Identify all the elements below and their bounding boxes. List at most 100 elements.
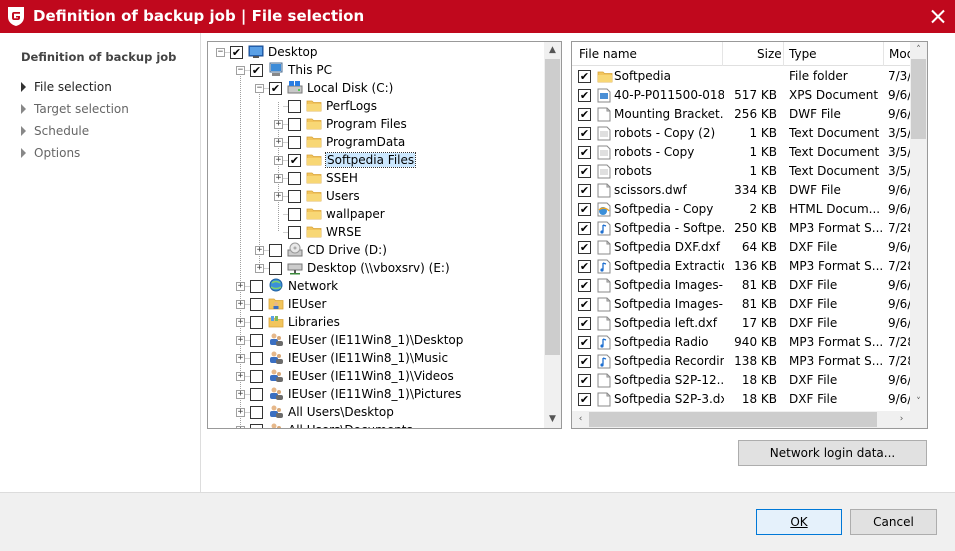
tree-node[interactable]: + Users: [208, 187, 548, 205]
file-checkbox[interactable]: ✔: [578, 203, 591, 216]
expand-icon[interactable]: +: [274, 192, 283, 201]
tree-node[interactable]: + Network: [208, 277, 548, 295]
tree-node[interactable]: + IEUser (IE11Win8_1)\Videos: [208, 367, 548, 385]
file-row[interactable]: ✔ Softpedia S2P-3.dxf 18 KB DXF File 9/6/: [572, 390, 912, 409]
scrollbar-thumb[interactable]: [545, 59, 560, 355]
expand-icon[interactable]: +: [236, 390, 245, 399]
tree-checkbox[interactable]: [250, 388, 263, 401]
column-separator[interactable]: [883, 42, 884, 66]
file-row[interactable]: ✔ Softpedia - Softpe... 250 KB MP3 Format S…: [572, 219, 912, 238]
scroll-down-icon[interactable]: ▼: [544, 411, 561, 428]
tree-node[interactable]: + Desktop (\\vboxsrv) (E:): [208, 259, 548, 277]
scroll-up-icon[interactable]: ˄: [910, 42, 927, 59]
file-row[interactable]: ✔ Softpedia Extraction 136 KB MP3 Format S.…: [572, 257, 912, 276]
file-checkbox[interactable]: ✔: [578, 279, 591, 292]
file-vertical-scrollbar[interactable]: ˄ ˅: [910, 42, 927, 411]
file-checkbox[interactable]: ✔: [578, 241, 591, 254]
expand-icon[interactable]: +: [274, 174, 283, 183]
collapse-icon[interactable]: −: [216, 48, 225, 57]
tree-checkbox[interactable]: [250, 334, 263, 347]
folder-tree[interactable]: − ✔ Desktop − ✔ This PC − ✔ Local Disk (C:) PerfL…: [207, 41, 562, 429]
file-checkbox[interactable]: ✔: [578, 70, 591, 83]
tree-node[interactable]: − ✔ Desktop: [208, 43, 548, 61]
column-header-type[interactable]: Type: [789, 47, 817, 61]
file-row[interactable]: ✔ Softpedia - Copy 2 KB HTML Docum... 9/6/: [572, 200, 912, 219]
column-separator[interactable]: [722, 42, 723, 66]
file-row[interactable]: ✔ scissors.dwf 334 KB DWF File 9/6/: [572, 181, 912, 200]
tree-node[interactable]: + CD Drive (D:): [208, 241, 548, 259]
scroll-right-icon[interactable]: ›: [893, 411, 910, 428]
tree-checkbox[interactable]: [250, 316, 263, 329]
column-separator[interactable]: [783, 42, 784, 66]
step-target-selection[interactable]: Target selection: [21, 102, 129, 120]
tree-checkbox[interactable]: [288, 118, 301, 131]
tree-checkbox[interactable]: [250, 352, 263, 365]
tree-node[interactable]: + All Users\Documents: [208, 421, 548, 428]
file-row[interactable]: ✔ Softpedia Radio 940 KB MP3 Format S... 7/2…: [572, 333, 912, 352]
tree-checkbox[interactable]: [269, 262, 282, 275]
file-row[interactable]: ✔ 40-P-P011500-018 517 KB XPS Document 9/6/: [572, 86, 912, 105]
expand-icon[interactable]: +: [236, 426, 245, 428]
close-icon[interactable]: [927, 6, 949, 28]
file-checkbox[interactable]: ✔: [578, 127, 591, 140]
tree-node[interactable]: + ProgramData: [208, 133, 548, 151]
scroll-down-icon[interactable]: ˅: [910, 394, 927, 411]
file-checkbox[interactable]: ✔: [578, 184, 591, 197]
tree-checkbox[interactable]: ✔: [250, 64, 263, 77]
step-file-selection[interactable]: File selection: [21, 80, 112, 98]
tree-node[interactable]: + Program Files: [208, 115, 548, 133]
tree-node[interactable]: + IEUser (IE11Win8_1)\Pictures: [208, 385, 548, 403]
column-header-size[interactable]: Size: [757, 47, 782, 61]
expand-icon[interactable]: +: [236, 282, 245, 291]
scrollbar-thumb[interactable]: [589, 412, 877, 427]
tree-checkbox[interactable]: [288, 136, 301, 149]
file-row[interactable]: ✔ robots - Copy (2) 1 KB Text Document 3/5/: [572, 124, 912, 143]
tree-node[interactable]: wallpaper: [208, 205, 548, 223]
tree-checkbox[interactable]: [250, 298, 263, 311]
file-checkbox[interactable]: ✔: [578, 89, 591, 102]
column-header-name[interactable]: File name: [579, 47, 637, 61]
file-checkbox[interactable]: ✔: [578, 374, 591, 387]
tree-checkbox[interactable]: [288, 172, 301, 185]
tree-node[interactable]: + ✔ Softpedia Files: [208, 151, 548, 169]
expand-icon[interactable]: +: [255, 264, 264, 273]
file-horizontal-scrollbar[interactable]: ‹ ›: [572, 411, 927, 428]
file-checkbox[interactable]: ✔: [578, 355, 591, 368]
file-checkbox[interactable]: ✔: [578, 317, 591, 330]
collapse-icon[interactable]: −: [255, 84, 264, 93]
expand-icon[interactable]: +: [236, 372, 245, 381]
column-header-modified[interactable]: Mod: [889, 47, 911, 61]
tree-checkbox[interactable]: [288, 208, 301, 221]
file-checkbox[interactable]: ✔: [578, 298, 591, 311]
cancel-button[interactable]: Cancel: [850, 509, 937, 535]
tree-checkbox[interactable]: [288, 100, 301, 113]
tree-checkbox[interactable]: [269, 244, 282, 257]
tree-checkbox[interactable]: [250, 280, 263, 293]
tree-node[interactable]: PerfLogs: [208, 97, 548, 115]
tree-node[interactable]: + Libraries: [208, 313, 548, 331]
scroll-up-icon[interactable]: ▲: [544, 42, 561, 59]
tree-node[interactable]: − ✔ This PC: [208, 61, 548, 79]
tree-checkbox[interactable]: ✔: [288, 154, 301, 167]
expand-icon[interactable]: +: [236, 336, 245, 345]
expand-icon[interactable]: +: [236, 408, 245, 417]
expand-icon[interactable]: +: [274, 156, 283, 165]
file-row[interactable]: ✔ Softpedia Recording 138 KB MP3 Format S..…: [572, 352, 912, 371]
scrollbar-thumb[interactable]: [911, 59, 926, 139]
network-login-button[interactable]: Network login data...: [738, 440, 927, 466]
tree-vertical-scrollbar[interactable]: ▲ ▼: [544, 42, 561, 428]
file-row[interactable]: ✔ Softpedia S2P-12... 18 KB DXF File 9/6/: [572, 371, 912, 390]
tree-checkbox[interactable]: [250, 424, 263, 428]
file-row[interactable]: ✔ robots 1 KB Text Document 3/5/: [572, 162, 912, 181]
tree-node[interactable]: + IEUser: [208, 295, 548, 313]
step-options[interactable]: Options: [21, 146, 80, 164]
tree-checkbox[interactable]: [288, 190, 301, 203]
tree-node[interactable]: + IEUser (IE11Win8_1)\Music: [208, 349, 548, 367]
expand-icon[interactable]: +: [274, 120, 283, 129]
tree-node[interactable]: − ✔ Local Disk (C:): [208, 79, 548, 97]
file-checkbox[interactable]: ✔: [578, 165, 591, 178]
tree-node[interactable]: + IEUser (IE11Win8_1)\Desktop: [208, 331, 548, 349]
scroll-left-icon[interactable]: ‹: [572, 411, 589, 428]
expand-icon[interactable]: +: [236, 354, 245, 363]
tree-checkbox[interactable]: [250, 370, 263, 383]
